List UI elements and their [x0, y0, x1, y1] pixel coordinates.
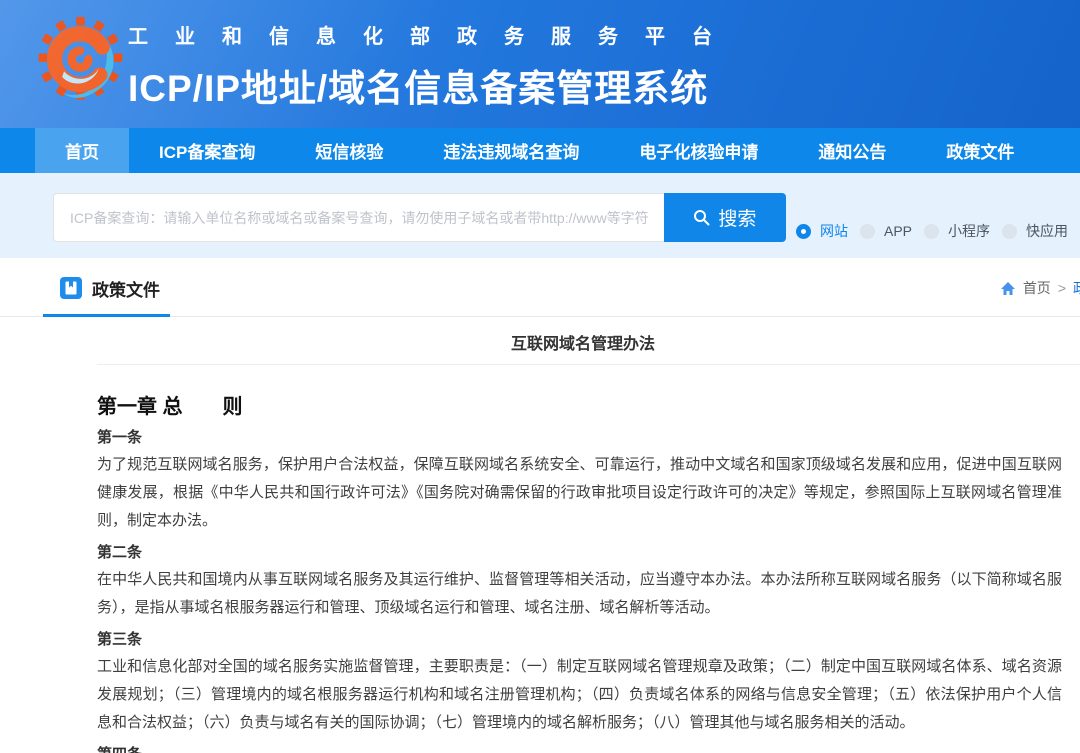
breadcrumb-separator: > — [1058, 280, 1066, 296]
radio-miniprogram-circle[interactable] — [924, 224, 939, 239]
section-title: 政策文件 — [92, 276, 160, 301]
active-tab-underline — [43, 314, 170, 317]
miit-gear-e-logo — [33, 8, 127, 116]
main-nav: 首页 ICP备案查询 短信核验 违法违规域名查询 电子化核验申请 通知公告 政策… — [0, 128, 1080, 173]
content: 政策文件 首页 > 政策文件 互联网域名管理办法 第一章 总 则 第一条 为了规… — [0, 258, 1080, 753]
search-band: 搜索 网站 APP 小程序 快应用 — [0, 173, 1080, 258]
search-button-label: 搜索 — [718, 204, 756, 231]
search-input[interactable] — [53, 193, 664, 242]
chapter-heading: 第一章 总 则 — [97, 394, 1062, 420]
section-left: 政策文件 — [43, 276, 160, 301]
section-head: 政策文件 首页 > 政策文件 — [43, 258, 1080, 304]
site-header: 工业和信息化部政务服务平台 ICP/IP地址/域名信息备案管理系统 — [0, 0, 1080, 128]
radio-website[interactable]: 网站 — [796, 221, 848, 241]
book-icon — [60, 277, 82, 299]
search-type-group: 网站 APP 小程序 快应用 — [796, 221, 1080, 241]
nav-item-e-verify-apply[interactable]: 电子化核验申请 — [609, 128, 788, 173]
search-button[interactable]: 搜索 — [664, 193, 786, 242]
radio-miniprogram[interactable]: 小程序 — [924, 221, 990, 241]
article-1-heading: 第一条 — [97, 430, 1062, 445]
radio-website-circle[interactable] — [796, 224, 811, 239]
nav-item-icp-query[interactable]: ICP备案查询 — [129, 128, 285, 173]
article-2-heading: 第二条 — [97, 545, 1062, 560]
nav-item-illegal-domain[interactable]: 违法违规域名查询 — [413, 128, 609, 173]
nav-item-home[interactable]: 首页 — [35, 128, 129, 173]
article-2-text: 在中华人民共和国境内从事互联网域名服务及其运行维护、监督管理等相关活动，应当遵守… — [97, 566, 1062, 622]
document-title-divider — [97, 364, 1080, 365]
breadcrumb: 首页 > 政策文件 — [1000, 278, 1080, 298]
article-3-text: 工业和信息化部对全国的域名服务实施监督管理，主要职责是：（一）制定互联网域名管理… — [97, 653, 1062, 737]
article-1-text: 为了规范互联网域名服务，保护用户合法权益，保障互联网域名系统安全、可靠运行，推动… — [97, 451, 1062, 535]
document-body: 第一章 总 则 第一条 为了规范互联网域名服务，保护用户合法权益，保障互联网域名… — [97, 394, 1062, 753]
breadcrumb-current[interactable]: 政策文件 — [1073, 278, 1080, 298]
nav-item-sms-verify[interactable]: 短信核验 — [285, 128, 413, 173]
home-icon — [1000, 281, 1016, 296]
article-4-heading: 第四条 — [97, 747, 1062, 753]
nav-item-notices[interactable]: 通知公告 — [788, 128, 916, 173]
radio-quickapp-circle[interactable] — [1002, 224, 1017, 239]
radio-quickapp[interactable]: 快应用 — [1002, 221, 1068, 241]
platform-name: 工业和信息化部政务服务平台 — [128, 20, 739, 49]
radio-app[interactable]: APP — [860, 223, 912, 239]
breadcrumb-home-link[interactable]: 首页 — [1023, 278, 1051, 298]
nav-item-policy-files[interactable]: 政策文件 — [916, 128, 1044, 173]
system-title: ICP/IP地址/域名信息备案管理系统 — [128, 58, 739, 112]
magnifier-icon — [693, 209, 710, 226]
document-title: 互联网域名管理办法 — [97, 330, 1069, 354]
article-3-heading: 第三条 — [97, 632, 1062, 647]
page: 工业和信息化部政务服务平台 ICP/IP地址/域名信息备案管理系统 首页 ICP… — [0, 0, 1080, 753]
section-divider — [0, 314, 1080, 317]
header-titles: 工业和信息化部政务服务平台 ICP/IP地址/域名信息备案管理系统 — [128, 20, 739, 112]
radio-app-circle[interactable] — [860, 224, 875, 239]
